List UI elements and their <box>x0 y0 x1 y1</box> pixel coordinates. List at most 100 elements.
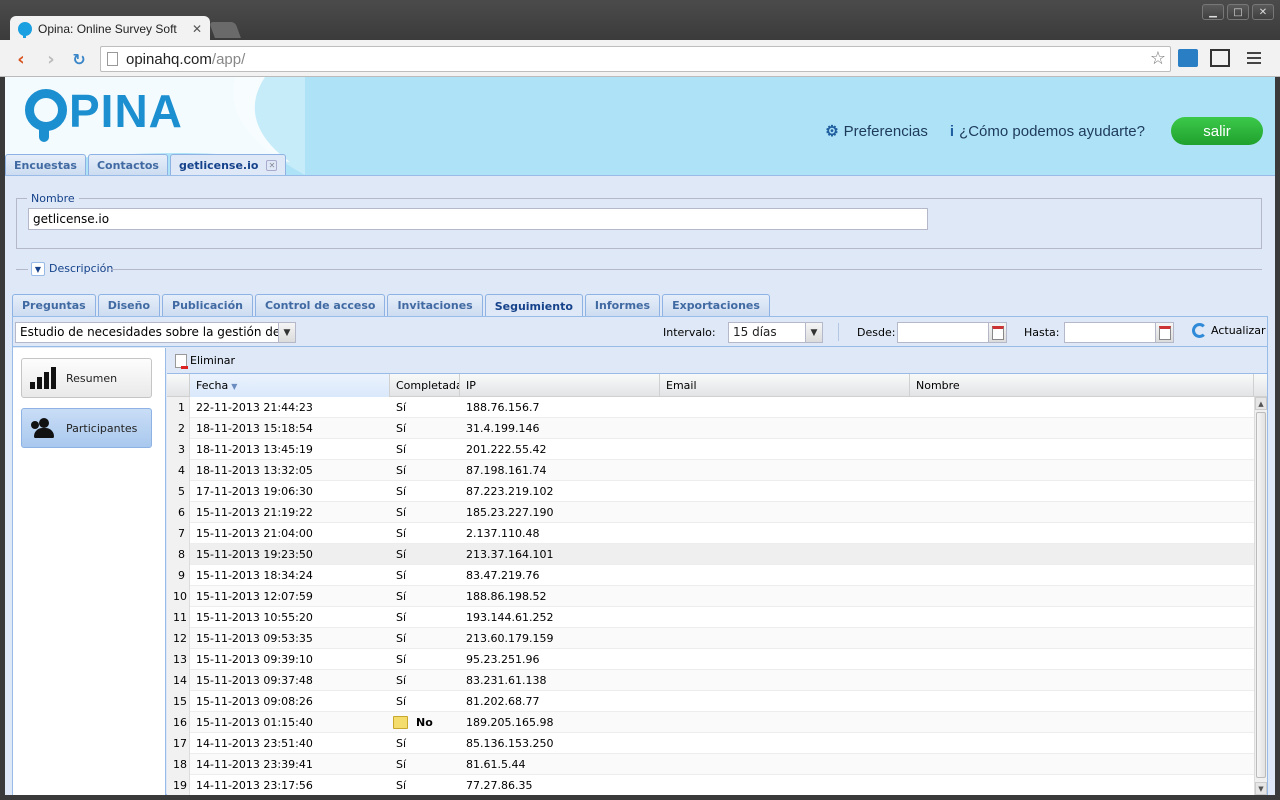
preferences-link[interactable]: ⚙ Preferencias <box>825 122 928 141</box>
tab-diseno[interactable]: Diseño <box>97 294 161 316</box>
tab-survey-getlicense[interactable]: getlicense.io ✕ <box>169 154 287 176</box>
table-row[interactable]: 11 15-11-2013 10:55:20 Sí 193.144.61.252 <box>167 607 1254 628</box>
opina-favicon-icon <box>18 22 32 38</box>
hasta-date-field[interactable] <box>1064 322 1174 343</box>
table-row[interactable]: 4 18-11-2013 13:32:05 Sí 87.198.161.74 <box>167 460 1254 481</box>
help-link[interactable]: i ¿Cómo podemos ayudarte? <box>950 123 1145 140</box>
calendar-icon[interactable] <box>988 323 1006 342</box>
chevron-down-icon[interactable]: ▼ <box>805 323 822 342</box>
tab-seguimiento[interactable]: Seguimiento <box>484 294 583 317</box>
tab-encuestas[interactable]: Encuestas <box>5 154 86 175</box>
cell-fecha: 17-11-2013 19:06:30 <box>196 485 313 498</box>
cell-nombre <box>910 754 1254 775</box>
participantes-button[interactable]: Participantes <box>21 408 152 448</box>
table-row[interactable]: 17 14-11-2013 23:51:40 Sí 85.136.153.250 <box>167 733 1254 754</box>
tab-close-icon[interactable]: ✕ <box>192 22 202 36</box>
row-number: 12 <box>167 628 190 649</box>
chevron-down-icon[interactable]: ▼ <box>278 323 295 342</box>
table-row[interactable]: 14 15-11-2013 09:37:48 Sí 83.231.61.138 <box>167 670 1254 691</box>
table-row[interactable]: 15 15-11-2013 09:08:26 Sí 81.202.68.77 <box>167 691 1254 712</box>
cast-extension-icon[interactable] <box>1210 49 1230 67</box>
tab-preguntas[interactable]: Preguntas <box>12 294 96 316</box>
delete-button[interactable]: Eliminar <box>175 353 235 369</box>
table-row[interactable]: 7 15-11-2013 21:04:00 Sí 2.137.110.48 <box>167 523 1254 544</box>
cell-nombre <box>910 670 1254 691</box>
column-header-completada[interactable]: Completada <box>390 374 460 397</box>
address-bar[interactable]: opinahq.com/app/ ☆ <box>100 46 1171 72</box>
table-row[interactable]: 1 22-11-2013 21:44:23 Sí 188.76.156.7 <box>167 397 1254 418</box>
cell-completada: Sí <box>396 548 407 561</box>
intervalo-select[interactable]: 15 días ▼ <box>728 322 823 343</box>
row-number: 13 <box>167 649 190 670</box>
table-row[interactable]: 8 15-11-2013 19:23:50 Sí 213.37.164.101 <box>167 544 1254 565</box>
cell-nombre <box>910 460 1254 481</box>
cell-completada: Sí <box>396 485 407 498</box>
forward-arrow-icon[interactable]: › <box>40 48 62 70</box>
calendar-icon[interactable] <box>1155 323 1173 342</box>
survey-select-value: Estudio de necesidades sobre la gestión … <box>20 325 296 339</box>
cell-email <box>660 565 910 586</box>
bookmark-star-icon[interactable]: ☆ <box>1150 48 1166 69</box>
resumen-button[interactable]: Resumen <box>21 358 152 398</box>
minimize-button[interactable]: ▁ <box>1202 4 1224 20</box>
close-window-button[interactable]: ✕ <box>1252 4 1274 20</box>
row-number: 3 <box>167 439 190 460</box>
table-row[interactable]: 5 17-11-2013 19:06:30 Sí 87.223.219.102 <box>167 481 1254 502</box>
cell-ip: 189.205.165.98 <box>466 716 554 729</box>
browser-tab[interactable]: Opina: Online Survey Soft ✕ <box>10 16 210 42</box>
column-header-nombre[interactable]: Nombre <box>910 374 1254 397</box>
tab-exportaciones[interactable]: Exportaciones <box>662 294 770 316</box>
tab-invitaciones[interactable]: Invitaciones <box>387 294 483 316</box>
table-row[interactable]: 16 15-11-2013 01:15:40 No 189.205.165.98 <box>167 712 1254 733</box>
scroll-up-icon[interactable]: ▲ <box>1255 397 1267 410</box>
scroll-down-icon[interactable]: ▼ <box>1255 782 1267 795</box>
reload-icon[interactable]: ↻ <box>68 48 90 70</box>
extension-icon[interactable] <box>1178 49 1198 67</box>
scroll-thumb[interactable] <box>1256 412 1266 778</box>
cell-email <box>660 439 910 460</box>
nombre-input[interactable]: getlicense.io <box>28 208 928 230</box>
cell-fecha: 15-11-2013 12:07:59 <box>196 590 313 603</box>
vertical-scrollbar[interactable]: ▲ ▼ <box>1254 397 1267 795</box>
column-header-ip[interactable]: IP <box>460 374 660 397</box>
incomplete-note-icon <box>393 716 408 729</box>
table-row[interactable]: 6 15-11-2013 21:19:22 Sí 185.23.227.190 <box>167 502 1254 523</box>
table-row[interactable]: 3 18-11-2013 13:45:19 Sí 201.222.55.42 <box>167 439 1254 460</box>
cell-completada: Sí <box>396 737 407 750</box>
cell-ip: 188.86.198.52 <box>466 590 547 603</box>
descripcion-label[interactable]: Descripción <box>49 262 113 275</box>
participantes-label: Participantes <box>66 421 138 435</box>
back-arrow-icon[interactable]: ‹ <box>10 48 32 70</box>
cell-fecha: 15-11-2013 01:15:40 <box>196 716 313 729</box>
survey-select[interactable]: Estudio de necesidades sobre la gestión … <box>15 322 296 343</box>
browser-toolbar: ‹ › ↻ opinahq.com/app/ ☆ <box>0 40 1280 77</box>
table-row[interactable]: 10 15-11-2013 12:07:59 Sí 188.86.198.52 <box>167 586 1254 607</box>
expand-toggle-icon[interactable]: ▼ <box>31 262 45 276</box>
tab-close-icon[interactable]: ✕ <box>266 160 278 171</box>
tab-contactos[interactable]: Contactos <box>87 154 168 175</box>
cell-nombre <box>910 607 1254 628</box>
table-row[interactable]: 13 15-11-2013 09:39:10 Sí 95.23.251.96 <box>167 649 1254 670</box>
table-row[interactable]: 12 15-11-2013 09:53:35 Sí 213.60.179.159 <box>167 628 1254 649</box>
tab-publicacion[interactable]: Publicación <box>162 294 253 316</box>
row-number: 1 <box>167 397 190 418</box>
column-header-email[interactable]: Email <box>660 374 910 397</box>
table-row[interactable]: 9 15-11-2013 18:34:24 Sí 83.47.219.76 <box>167 565 1254 586</box>
maximize-button[interactable]: □ <box>1227 4 1249 20</box>
tab-informes[interactable]: Informes <box>584 294 661 316</box>
cell-nombre <box>910 691 1254 712</box>
desde-date-field[interactable] <box>897 322 1007 343</box>
table-row[interactable]: 2 18-11-2013 15:18:54 Sí 31.4.199.146 <box>167 418 1254 439</box>
cell-ip: 213.37.164.101 <box>466 548 554 561</box>
browser-menu-icon[interactable] <box>1247 52 1261 67</box>
table-row[interactable]: 18 14-11-2013 23:39:41 Sí 81.61.5.44 <box>167 754 1254 775</box>
column-header-fecha[interactable]: Fecha ▼ <box>190 374 390 397</box>
opina-logo[interactable]: PINA <box>25 88 183 142</box>
new-tab-button[interactable] <box>209 22 241 38</box>
logout-button[interactable]: salir <box>1171 117 1263 145</box>
refresh-button[interactable]: Actualizar <box>1192 323 1266 338</box>
tab-control-acceso[interactable]: Control de acceso <box>254 294 386 316</box>
cell-nombre <box>910 649 1254 670</box>
table-row[interactable]: 19 14-11-2013 23:17:56 Sí 77.27.86.35 <box>167 775 1254 795</box>
intervalo-label: Intervalo: <box>663 326 716 339</box>
